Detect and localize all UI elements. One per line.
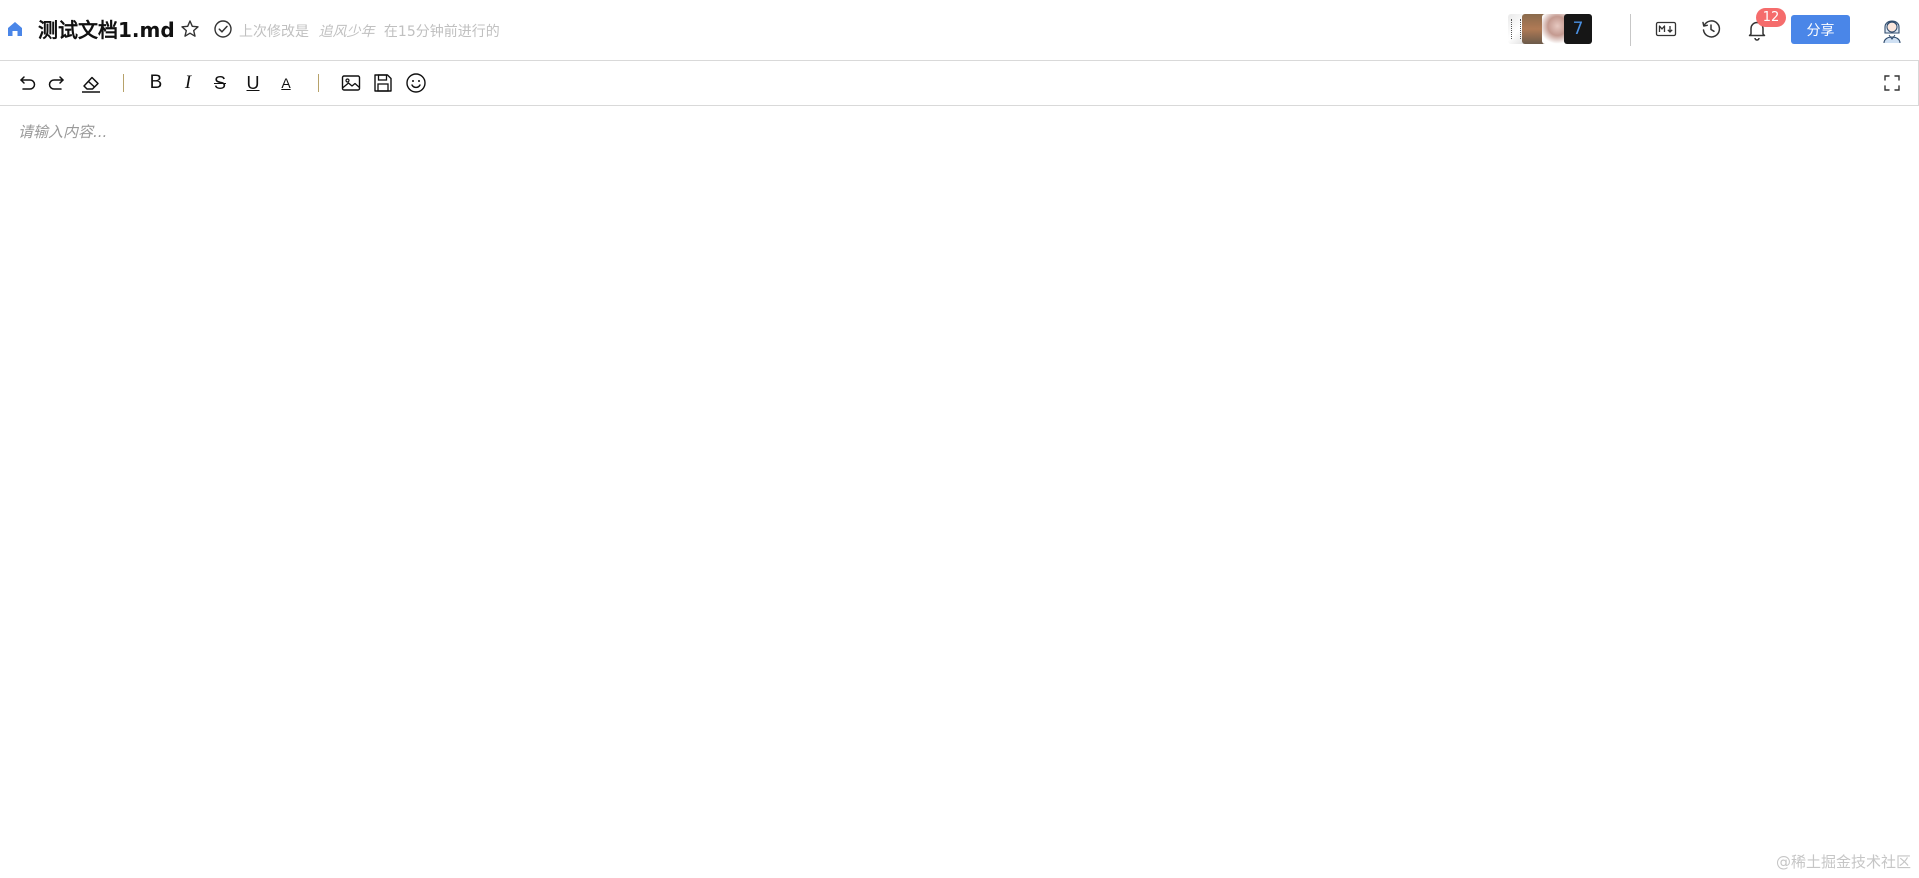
- toolbar-separator: [123, 74, 124, 92]
- star-icon[interactable]: [180, 19, 200, 39]
- collaborator-avatars[interactable]: 7: [1508, 14, 1592, 44]
- share-button[interactable]: 分享: [1791, 15, 1850, 44]
- home-icon[interactable]: [6, 20, 24, 38]
- editor-toolbar: B I S U A: [0, 61, 1919, 106]
- toolbar-separator: [318, 74, 319, 92]
- image-icon[interactable]: [339, 71, 363, 95]
- font-color-button[interactable]: A: [274, 71, 298, 95]
- user-avatar[interactable]: [1877, 13, 1907, 45]
- last-modified-author: 追风少年: [318, 24, 375, 40]
- watermark: @稀土掘金技术社区: [1775, 853, 1911, 871]
- markdown-editor-app: 测试文档1.md 上次修改是 追风少年 在15分钟前进行的 7 12 分享 B …: [0, 0, 1919, 878]
- editor-area[interactable]: 请输入内容...: [0, 107, 1919, 847]
- redo-icon[interactable]: [46, 71, 70, 95]
- fullscreen-icon[interactable]: [1880, 71, 1904, 95]
- notification-count-badge: 12: [1756, 8, 1786, 27]
- editor-placeholder[interactable]: 请输入内容...: [18, 121, 107, 142]
- collaborators-more-count[interactable]: 7: [1564, 14, 1592, 44]
- header-divider: [1630, 14, 1631, 46]
- italic-button[interactable]: I: [176, 71, 200, 95]
- strikethrough-button[interactable]: S: [208, 71, 232, 95]
- last-modified-prefix: 上次修改是: [239, 24, 309, 40]
- undo-icon[interactable]: [14, 71, 38, 95]
- top-header: 测试文档1.md 上次修改是 追风少年 在15分钟前进行的 7 12 分享: [0, 0, 1919, 61]
- last-modified-status: 上次修改是 追风少年 在15分钟前进行的: [239, 21, 500, 41]
- save-icon[interactable]: [371, 71, 395, 95]
- check-circle-icon: [214, 20, 232, 38]
- underline-button[interactable]: U: [241, 71, 265, 95]
- eraser-icon[interactable]: [79, 71, 103, 95]
- markdown-icon[interactable]: [1655, 19, 1677, 39]
- last-modified-time: 在15分钟前进行的: [383, 24, 500, 40]
- emoji-icon[interactable]: [404, 71, 428, 95]
- document-title[interactable]: 测试文档1.md: [38, 14, 175, 43]
- history-icon[interactable]: [1700, 18, 1722, 40]
- bold-button[interactable]: B: [144, 71, 168, 95]
